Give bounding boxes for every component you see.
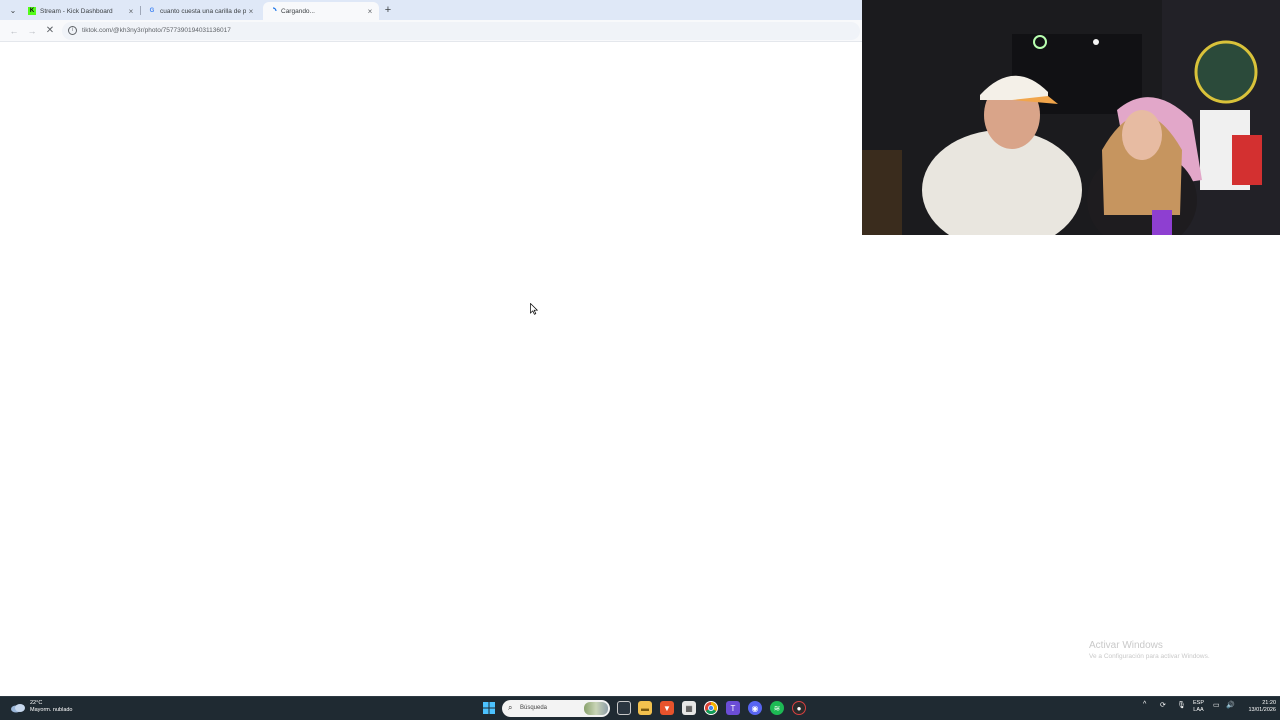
tab-strip: ⌄ K Stream - Kick Dashboard × G cuanto c… [0,0,862,20]
close-tab-icon[interactable]: × [365,7,375,16]
task-view-icon[interactable] [617,701,631,715]
brave-browser-icon[interactable]: ▼ [660,701,674,715]
screen: ⌄ K Stream - Kick Dashboard × G cuanto c… [0,0,1280,720]
network-icon[interactable]: ▭ [1213,701,1220,709]
sync-icon[interactable]: ⟳ [1160,701,1166,709]
tab-label: cuanto cuesta una carilla de po [160,7,246,15]
page-content-lower [0,235,1280,696]
weather-description: Mayorm. nublado [30,707,73,713]
chrome-icon[interactable] [704,701,718,715]
tab-kick-dashboard[interactable]: K Stream - Kick Dashboard × [22,2,140,20]
weather-widget[interactable]: 22°C Mayorm. nublado [10,700,73,714]
site-info-icon[interactable]: i [68,26,77,35]
close-tab-icon[interactable]: × [126,7,136,16]
tab-loading[interactable]: Cargando... × [263,2,379,20]
search-highlight-image [584,702,608,715]
loading-icon [269,7,277,15]
weather-temperature: 22°C [30,700,43,706]
volume-icon[interactable]: 🔊 [1226,701,1235,709]
cloud-icon [11,704,25,713]
tab-label: Stream - Kick Dashboard [40,7,113,15]
microphone-icon[interactable]: 🎙 [1177,701,1186,709]
tab-label: Cargando... [281,7,315,15]
calendar-app-icon[interactable]: ▦ [682,701,696,715]
windows-taskbar: 22°C Mayorm. nublado ⌕ Búsqueda ▬ ▼ ▦ T … [0,696,1280,720]
webcam-feed-image [862,0,1280,235]
tab-google-search[interactable]: G cuanto cuesta una carilla de po × [142,2,260,20]
address-bar[interactable]: i tiktok.com/@kh3ny3r/photo/757739019403… [62,22,860,40]
system-clock[interactable]: 21:20 13/01/2026 [1240,700,1276,714]
windows-start-icon[interactable] [482,701,496,715]
close-tab-icon[interactable]: × [246,7,256,16]
teams-icon[interactable]: T [726,701,740,715]
url-text: tiktok.com/@kh3ny3r/photo/75773901940311… [82,27,231,34]
new-tab-button[interactable]: + [382,3,394,17]
activate-windows-watermark: Activar Windows Ve a Configuración para … [1089,640,1210,660]
language-indicator[interactable]: ESP LAA [1193,700,1204,714]
google-icon: G [149,8,155,14]
file-explorer-icon[interactable]: ▬ [638,701,652,715]
clock-date: 13/01/2026 [1248,707,1276,713]
watermark-subtitle: Ve a Configuración para activar Windows. [1089,653,1210,660]
mouse-cursor-icon [530,303,538,315]
browser-toolbar: ← → ✕ i tiktok.com/@kh3ny3r/photo/757739… [0,20,862,42]
taskbar-search-box[interactable]: ⌕ Búsqueda [502,700,610,717]
spotify-icon[interactable]: ≋ [770,701,784,715]
kick-icon: K [28,7,36,15]
discord-icon[interactable]: ◉ [748,701,762,715]
clock-time: 21:20 [1262,700,1276,706]
search-icon: ⌕ [508,703,513,712]
obs-icon[interactable]: ● [792,701,806,715]
webcam-overlay [862,0,1280,235]
search-placeholder: Búsqueda [520,705,548,711]
watermark-title: Activar Windows [1089,640,1163,651]
tab-search-chevron-icon[interactable]: ⌄ [6,4,20,16]
stop-loading-icon[interactable]: ✕ [43,24,57,38]
forward-arrow-icon[interactable]: → [25,24,39,38]
show-hidden-icons-chevron[interactable]: ^ [1143,701,1146,708]
back-arrow-icon[interactable]: ← [7,24,21,38]
